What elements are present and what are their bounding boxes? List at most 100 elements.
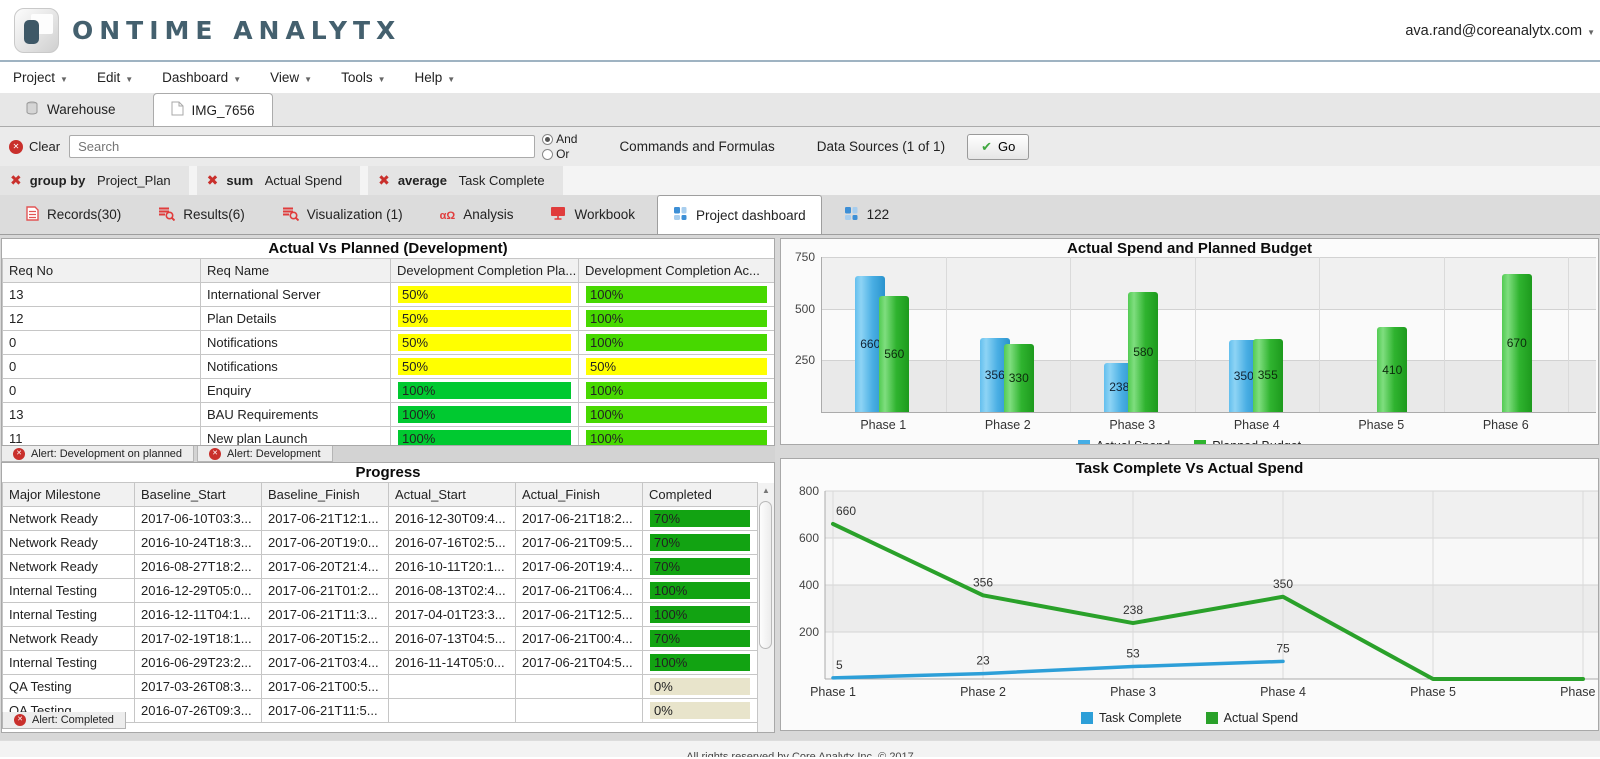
column-header-development-completion-pla[interactable]: Development Completion Pla... (390, 258, 579, 283)
bar-value-label: 355 (1257, 368, 1278, 383)
column-header-baseline-start[interactable]: Baseline_Start (134, 482, 262, 507)
remove-chip-icon[interactable]: ✖ (10, 172, 22, 189)
column-header-req-no[interactable]: Req No (2, 258, 201, 283)
alert-icon: ✕ (14, 714, 26, 726)
column-header-actual-start[interactable]: Actual_Start (388, 482, 516, 507)
filter-chip-group-by[interactable]: ✖ group by Project_Plan (0, 166, 189, 195)
legend-swatch (1205, 712, 1218, 724)
menu-item-edit[interactable]: Edit ▼ (97, 70, 133, 85)
column-header-development-completion-ac[interactable]: Development Completion Ac... (578, 258, 774, 283)
bar-planned-budget-phase-6: 670 (1501, 273, 1532, 412)
menu-item-dashboard[interactable]: Dashboard ▼ (162, 70, 241, 85)
bar-planned-budget-phase-5: 410 (1377, 327, 1408, 412)
panel-title: Progress (355, 464, 421, 481)
radio-and-control[interactable] (542, 133, 554, 145)
cell-completed: 100% (642, 578, 758, 603)
scroll-up-icon[interactable]: ▲ (758, 483, 774, 499)
bar-chart: Actual Spend and Planned Budget 250 500 75… (781, 239, 1598, 444)
legend-swatch (1080, 712, 1093, 724)
view-tab-122[interactable]: 122 (829, 195, 905, 234)
radio-and[interactable]: And (542, 132, 577, 146)
status-fill: 50% (398, 310, 571, 327)
actual-vs-planned-table: Req No Req Name Development Completion Pla… (2, 258, 774, 445)
filter-chip-sum[interactable]: ✖ sum Actual Spend (196, 166, 361, 195)
go-button[interactable]: ✔ Go (967, 133, 1030, 160)
cell-planned: 50% (390, 282, 579, 307)
user-email: ava.rand@coreanalytx.com (1405, 23, 1583, 39)
footer: All rights reserved by Core Analytx Inc.… (0, 740, 1600, 757)
menu-item-project[interactable]: Project ▼ (13, 70, 68, 85)
results-icon (158, 206, 176, 224)
alert-tabs-development: ✕ Alert: Development on planned ✕ Alert: De… (1, 446, 775, 462)
view-tab-label: Visualization (1) (306, 207, 403, 222)
column-header-req-name[interactable]: Req Name (200, 258, 391, 283)
filter-chip-average[interactable]: ✖ average Task Complete (368, 166, 563, 195)
view-tab-visualization-1[interactable]: Visualization (1) (267, 195, 418, 234)
view-tab-label: Project dashboard (696, 207, 806, 223)
status-fill: 0% (650, 702, 750, 719)
point-label: 660 (836, 504, 856, 518)
cell-actual: 100% (578, 402, 774, 427)
cell-completed: 70% (642, 626, 758, 651)
alert-icon: ✕ (13, 447, 25, 460)
point-label: 238 (1123, 603, 1143, 617)
cell-milestone: Internal Testing (2, 578, 135, 603)
column-header-baseline-finish[interactable]: Baseline_Finish (261, 482, 389, 507)
cell-baseline-finish: 2017-06-21T11:5... (261, 698, 389, 723)
table-row: 0 Notifications 50% 50% (2, 354, 774, 379)
status-fill: 70% (650, 630, 750, 647)
clear-button[interactable]: ✕ Clear (9, 139, 60, 154)
menu-item-tools[interactable]: Tools ▼ (341, 70, 385, 85)
table-row: Internal Testing 2016-12-29T05:0... 2017-0… (2, 578, 758, 603)
y-tick-label: 750 (794, 250, 815, 264)
status-fill: 70% (650, 558, 750, 575)
radio-or-control[interactable] (542, 148, 554, 160)
panel-line-chart: Task Complete Vs Actual Spend 200 400 600 8… (780, 458, 1599, 731)
cell-req-name: BAU Requirements (200, 402, 391, 427)
remove-chip-icon[interactable]: ✖ (378, 172, 390, 189)
search-input[interactable] (69, 135, 536, 158)
remove-chip-icon[interactable]: ✖ (207, 172, 219, 189)
data-sources-link[interactable]: Data Sources (1 of 1) (817, 139, 945, 154)
bar-chart-legend: Actual Spend Planned Budget (781, 439, 1598, 444)
chevron-down-icon: ▼ (60, 75, 68, 84)
tab-warehouse[interactable]: Warehouse (8, 93, 133, 126)
status-fill: 50% (398, 334, 571, 351)
status-fill: 100% (586, 430, 767, 445)
status-fill: 100% (650, 606, 750, 623)
scrollbar-thumb[interactable] (759, 501, 772, 649)
user-menu[interactable]: ava.rand@coreanalytx.com ▼ (1405, 23, 1595, 39)
scrollbar[interactable]: ▲ (757, 483, 774, 732)
file-icon (171, 101, 184, 119)
column-header-actual-finish[interactable]: Actual_Finish (515, 482, 643, 507)
column-header-major-milestone[interactable]: Major Milestone (2, 482, 135, 507)
cell-actual: 100% (578, 426, 774, 445)
cell-req-no: 12 (2, 306, 201, 331)
cell-baseline-start: 2016-10-24T18:3... (134, 530, 262, 555)
chip-value: Project_Plan (93, 173, 171, 188)
view-tab-records-30[interactable]: Records(30) (11, 195, 136, 234)
view-tab-project-dashboard[interactable]: Project dashboard (657, 195, 822, 234)
y-tick-label: 800 (799, 484, 819, 498)
cell-req-no: 0 (2, 378, 201, 403)
y-tick-label: 600 (799, 531, 819, 545)
view-tab-results-6[interactable]: Results(6) (143, 195, 260, 234)
plot-band (825, 491, 1598, 538)
column-header-completed[interactable]: Completed (642, 482, 758, 507)
tab-img-7656[interactable]: IMG_7656 (152, 93, 273, 126)
cell-baseline-start: 2016-07-26T09:3... (134, 698, 262, 723)
cell-baseline-start: 2017-03-26T08:3... (134, 674, 262, 699)
alert-tab-alert-development-on-planned[interactable]: ✕ Alert: Development on planned (1, 446, 195, 462)
legend-item-planned-budget: Planned Budget (1194, 439, 1301, 444)
commands-and-formulas-link[interactable]: Commands and Formulas (619, 139, 774, 154)
search-toolbar: ✕ Clear And Or Commands and Formulas Dat… (0, 127, 1600, 166)
alert-tab-alert-completed[interactable]: ✕ Alert: Completed (2, 712, 126, 729)
radio-or[interactable]: Or (542, 147, 577, 161)
alert-tab-alert-development[interactable]: ✕ Alert: Development (197, 446, 333, 462)
menu-item-help[interactable]: Help ▼ (415, 70, 456, 85)
menu-item-view[interactable]: View ▼ (270, 70, 312, 85)
x-tick-label: Phase 1 (860, 418, 907, 432)
cell-actual-finish (515, 674, 643, 699)
view-tab-analysis[interactable]: αΩ Analysis (425, 195, 529, 234)
view-tab-workbook[interactable]: Workbook (535, 195, 650, 234)
